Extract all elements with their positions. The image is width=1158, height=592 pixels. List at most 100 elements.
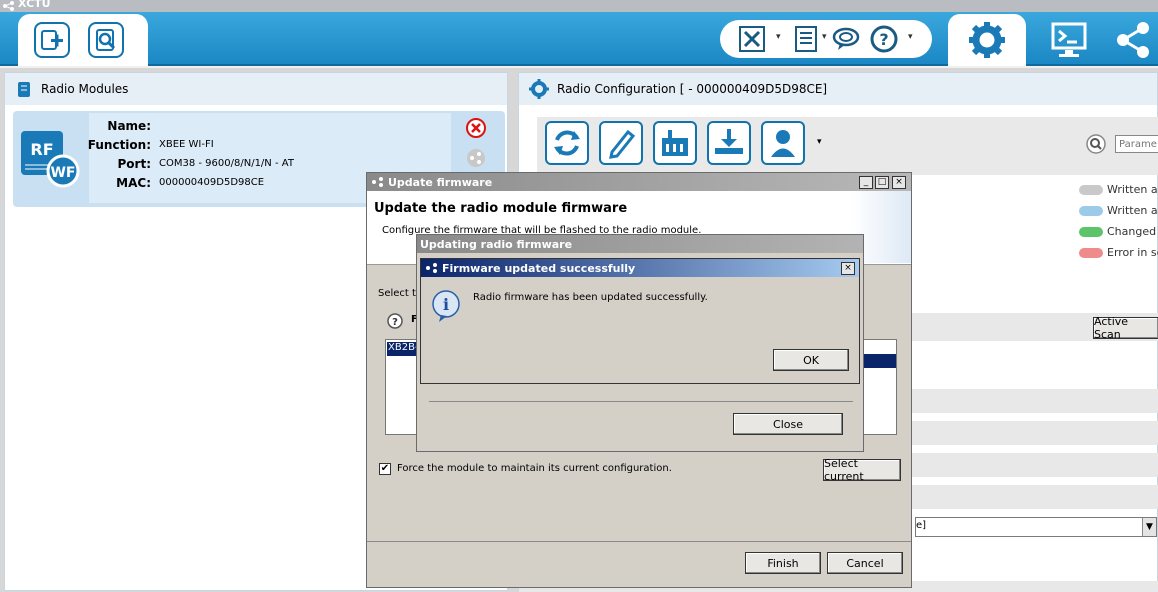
configuration-title: Radio Configuration [ - 000000409D5D98CE… bbox=[557, 82, 828, 96]
svg-text:?: ? bbox=[392, 317, 398, 328]
tab-consoles[interactable] bbox=[1030, 14, 1108, 66]
read-button[interactable] bbox=[545, 121, 589, 165]
pencil-icon bbox=[609, 129, 636, 159]
network-icon bbox=[1117, 22, 1149, 58]
main-toolbar: ▾ ▾ ? ▾ bbox=[0, 12, 1158, 68]
gear-small-icon bbox=[529, 79, 549, 99]
rf-wifi-module-icon: RF WF bbox=[21, 131, 80, 188]
port-value: COM38 - 9600/8/N/1/N - AT bbox=[159, 158, 294, 169]
add-module-icon bbox=[41, 30, 63, 50]
legend-swatch-red bbox=[1079, 248, 1103, 258]
dialog-title: Firmware updated successfully bbox=[442, 261, 636, 275]
ok-button[interactable]: OK bbox=[773, 349, 849, 371]
xctu-logo-icon bbox=[426, 263, 437, 273]
legend-swatch-gray bbox=[1079, 185, 1103, 195]
panel-title: Radio Modules bbox=[41, 82, 129, 96]
success-dialog: Firmware updated successfully × i Radio … bbox=[420, 258, 860, 384]
function-label: Function: bbox=[87, 138, 151, 152]
minimize-button[interactable]: _ bbox=[859, 176, 873, 189]
update-firmware-button[interactable] bbox=[707, 121, 751, 165]
chat-bubbles-icon bbox=[832, 27, 860, 50]
help-icon[interactable]: ? bbox=[387, 313, 403, 329]
module-actions bbox=[18, 14, 148, 66]
list-item[interactable]: XB2B- bbox=[387, 342, 419, 356]
cancel-button[interactable]: Cancel bbox=[827, 552, 903, 574]
legend-written-default: Written an bbox=[1079, 183, 1158, 196]
success-titlebar: Firmware updated successfully bbox=[421, 259, 859, 277]
active-scan-button[interactable]: Active Scan bbox=[1093, 315, 1158, 341]
close-button[interactable]: Close bbox=[733, 413, 843, 435]
help-button[interactable]: ? bbox=[870, 25, 898, 53]
network-discover-icon[interactable] bbox=[465, 147, 487, 169]
legend-error: Error in se bbox=[1079, 246, 1158, 259]
default-button[interactable] bbox=[653, 121, 697, 165]
finish-button[interactable]: Finish bbox=[745, 552, 821, 574]
tools-icon bbox=[739, 26, 765, 52]
radio-module-icon bbox=[18, 82, 30, 97]
help-icon: ? bbox=[870, 25, 898, 53]
close-button[interactable]: × bbox=[892, 176, 906, 189]
port-label: Port: bbox=[117, 157, 152, 171]
app-titlebar: XCTU bbox=[0, 0, 1158, 12]
app-title: XCTU bbox=[18, 0, 51, 10]
svg-text:WF: WF bbox=[50, 165, 75, 181]
factory-icon bbox=[662, 130, 688, 156]
updating-firmware-titlebar: Updating radio firmware bbox=[417, 235, 863, 253]
svg-text:?: ? bbox=[879, 30, 888, 49]
svg-text:RF: RF bbox=[30, 140, 53, 159]
frames-dropdown-icon[interactable]: ▾ bbox=[822, 32, 827, 42]
success-message: Radio firmware has been updated successf… bbox=[473, 292, 708, 303]
parameter-search-input[interactable] bbox=[1115, 135, 1158, 153]
param-dropdown[interactable]: e] ▼ bbox=[915, 517, 1157, 537]
discover-modules-button[interactable] bbox=[88, 22, 124, 58]
configuration-toolbar: ▾ bbox=[537, 117, 1158, 175]
dialog-heading: Update the radio module firmware bbox=[374, 201, 628, 216]
tab-configuration[interactable] bbox=[948, 14, 1026, 66]
legend-swatch-green bbox=[1079, 227, 1103, 237]
update-firmware-titlebar: Update firmware bbox=[367, 173, 911, 191]
list-item-highlight bbox=[864, 354, 896, 368]
profile-icon bbox=[771, 130, 795, 157]
function-value: XBEE WI-FI bbox=[159, 139, 214, 150]
legend-swatch-blue bbox=[1079, 206, 1103, 216]
gear-icon bbox=[969, 22, 1005, 58]
dialog-title: Updating radio firmware bbox=[420, 237, 573, 251]
maximize-button[interactable]: □ bbox=[875, 176, 889, 189]
profile-dropdown-icon[interactable]: ▾ bbox=[817, 137, 822, 147]
mac-value: 000000409D5D98CE bbox=[159, 177, 265, 188]
mac-label: MAC: bbox=[116, 176, 151, 190]
select-label: Select t bbox=[378, 288, 416, 299]
download-firmware-icon bbox=[715, 129, 743, 154]
help-dropdown-icon[interactable]: ▾ bbox=[908, 32, 913, 42]
info-icon: i bbox=[432, 290, 460, 322]
radio-modules-header: Radio Modules bbox=[5, 73, 507, 105]
svg-text:i: i bbox=[443, 295, 449, 314]
remove-module-icon[interactable] bbox=[465, 117, 487, 139]
tools-menu-bar: ▾ ▾ ? ▾ bbox=[720, 20, 932, 58]
xctu-logo-icon bbox=[372, 177, 383, 187]
dialog-title: Update firmware bbox=[388, 175, 493, 189]
force-config-checkbox[interactable]: ✔ bbox=[379, 463, 391, 475]
xctu-logo-icon bbox=[3, 1, 14, 11]
tab-network[interactable] bbox=[1108, 14, 1158, 66]
chevron-down-icon[interactable]: ▼ bbox=[1142, 518, 1156, 536]
divider bbox=[367, 541, 911, 542]
console-monitor-icon bbox=[1051, 22, 1087, 57]
refresh-icon bbox=[554, 130, 580, 156]
console-log-button[interactable] bbox=[832, 25, 860, 53]
write-button[interactable] bbox=[599, 121, 643, 165]
search-icon bbox=[1086, 134, 1106, 154]
legend-written-changed: Written an bbox=[1079, 204, 1158, 217]
frames-button[interactable] bbox=[792, 25, 820, 53]
profile-button[interactable] bbox=[761, 121, 805, 165]
force-config-label: Force the module to maintain its current… bbox=[397, 463, 672, 474]
close-button[interactable]: × bbox=[841, 262, 855, 275]
tools-dropdown-icon[interactable]: ▾ bbox=[776, 32, 781, 42]
add-module-button[interactable] bbox=[34, 22, 70, 58]
frames-generator-icon bbox=[795, 26, 817, 52]
search-module-icon bbox=[96, 29, 116, 51]
tools-button[interactable] bbox=[738, 25, 766, 53]
select-current-button[interactable]: Select current bbox=[823, 457, 901, 483]
legend-changed: Changed b bbox=[1079, 225, 1158, 238]
divider bbox=[429, 401, 853, 402]
